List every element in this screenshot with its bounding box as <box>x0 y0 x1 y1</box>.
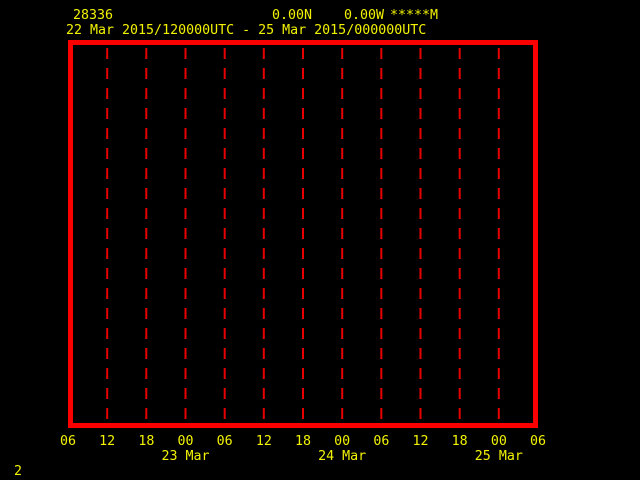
x-tick-label: 00 <box>490 434 507 449</box>
x-tick-label: 12 <box>412 434 429 449</box>
time-gridlines-group <box>106 48 500 420</box>
x-tick-label: 00 <box>334 434 351 449</box>
x-tick-label: 06 <box>373 434 390 449</box>
longitude-value: 0.00W <box>344 8 385 23</box>
time-range-title: 22 Mar 2015/120000UTC - 25 Mar 2015/0000… <box>66 23 427 38</box>
page-number: 2 <box>14 464 23 479</box>
plot-frame-and-grid <box>68 40 538 428</box>
x-tick-label: 18 <box>451 434 468 449</box>
x-date-label: 23 Mar <box>161 449 210 464</box>
x-tick-label: 12 <box>99 434 116 449</box>
x-tick-label: 18 <box>294 434 312 449</box>
meteogram-screen: 28336 0.00N 0.00W *****M 22 Mar 2015/120… <box>0 0 640 480</box>
x-tick-label: 12 <box>255 434 272 449</box>
x-tick-label: 06 <box>59 434 77 449</box>
station-id: 28336 <box>73 8 114 23</box>
x-tick-label: 06 <box>216 434 233 449</box>
x-date-label: 25 Mar <box>474 449 523 464</box>
x-tick-label: 06 <box>529 434 547 449</box>
latitude-value: 0.00N <box>272 8 313 23</box>
x-tick-label: 18 <box>138 434 155 449</box>
x-tick-label: 00 <box>177 434 194 449</box>
x-date-label: 24 Mar <box>318 449 367 464</box>
elevation-value: *****M <box>390 8 439 23</box>
